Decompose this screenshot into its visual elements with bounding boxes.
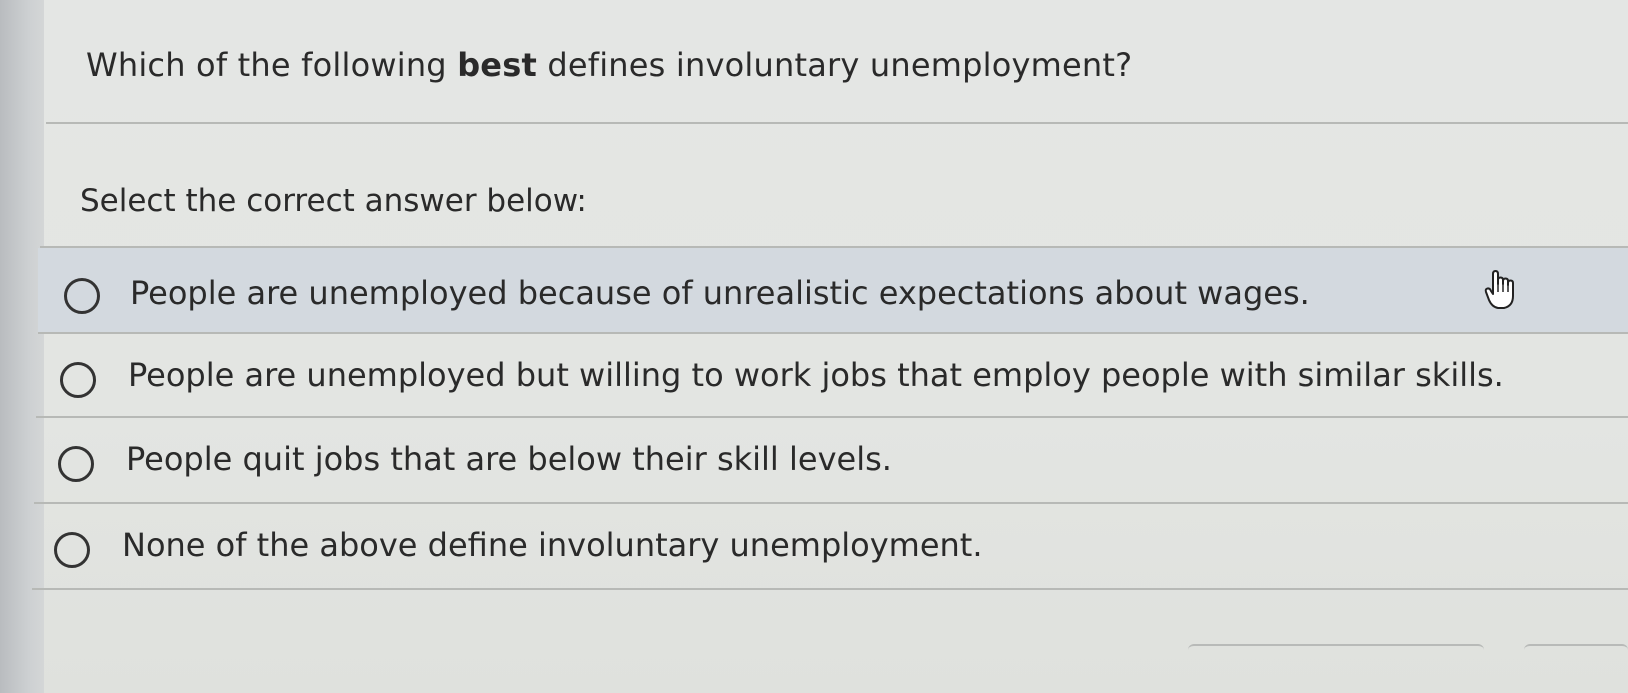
answer-option-1[interactable]: People are unemployed because of unreali… bbox=[38, 248, 1628, 332]
footer-button-right[interactable] bbox=[1524, 644, 1628, 652]
question-emphasis: best bbox=[457, 46, 537, 84]
question-suffix: defines involuntary unemployment? bbox=[536, 46, 1133, 84]
answer-option-2[interactable]: People are unemployed but willing to wor… bbox=[36, 334, 1626, 418]
option-label-1: People are unemployed because of unreali… bbox=[130, 274, 1310, 312]
radio-button-2[interactable] bbox=[60, 362, 96, 398]
instruction-text: Select the correct answer below: bbox=[80, 183, 587, 219]
divider-top bbox=[46, 122, 1628, 124]
question-prefix: Which of the following bbox=[86, 46, 458, 84]
radio-button-1[interactable] bbox=[64, 278, 100, 314]
answer-option-4[interactable]: None of the above define involuntary une… bbox=[32, 504, 1622, 588]
option-label-4: None of the above define involuntary une… bbox=[122, 526, 983, 564]
option-label-2: People are unemployed but willing to wor… bbox=[128, 356, 1504, 394]
radio-button-4[interactable] bbox=[54, 532, 90, 568]
hand-pointer-icon bbox=[1484, 270, 1514, 309]
answer-option-3[interactable]: People quit jobs that are below their sk… bbox=[34, 418, 1624, 502]
radio-button-3[interactable] bbox=[58, 446, 94, 482]
footer-button-left[interactable] bbox=[1188, 644, 1484, 652]
option-label-3: People quit jobs that are below their sk… bbox=[126, 440, 892, 478]
question-text: Which of the following best defines invo… bbox=[86, 46, 1132, 84]
divider-option-4 bbox=[32, 588, 1628, 590]
